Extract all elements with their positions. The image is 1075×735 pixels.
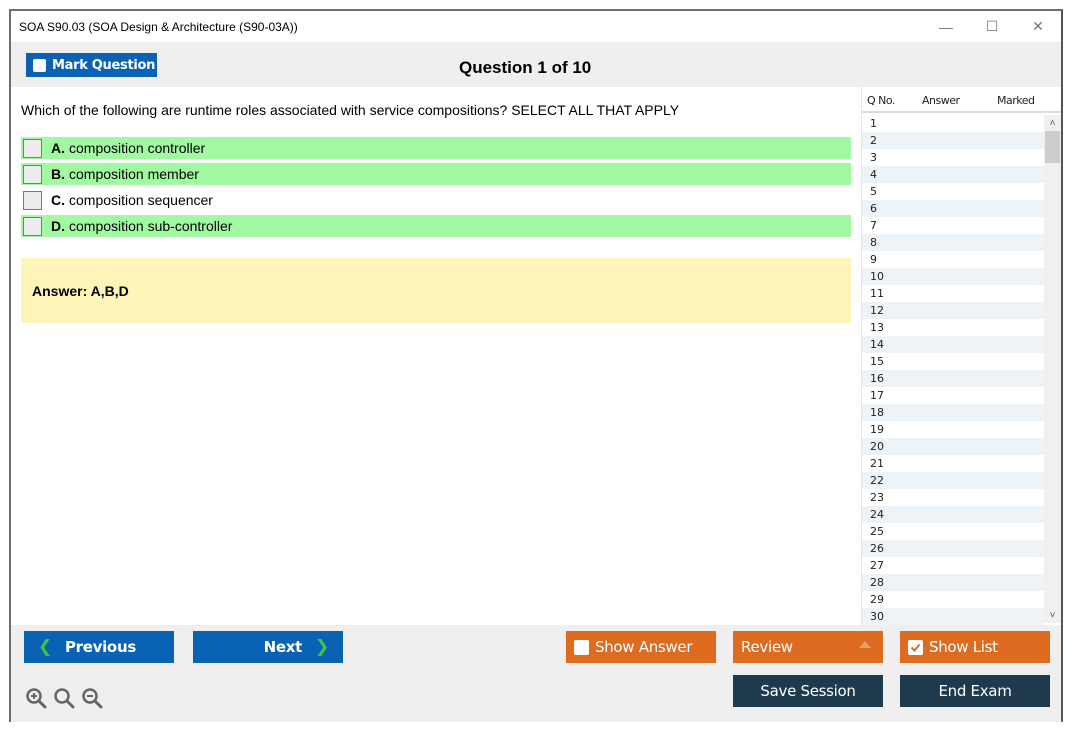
- maximize-button[interactable]: ☐: [969, 11, 1015, 42]
- question-list-header: Q No. Answer Marked: [862, 87, 1061, 113]
- option-letter: B.: [51, 166, 65, 182]
- mark-question-button[interactable]: Mark Question: [26, 53, 157, 77]
- option-letter: D.: [51, 218, 65, 234]
- window-title: SOA S90.03 (SOA Design & Architecture (S…: [19, 20, 298, 34]
- question-list-row[interactable]: 30: [862, 608, 1044, 625]
- zoom-out-icon[interactable]: [81, 687, 103, 709]
- option-checkbox[interactable]: [23, 138, 42, 158]
- toolbar: Mark Question Question 1 of 10: [11, 42, 1061, 87]
- question-list-row[interactable]: 14: [862, 336, 1044, 353]
- option-b[interactable]: B. composition member: [21, 163, 851, 185]
- question-list-row[interactable]: 12: [862, 302, 1044, 319]
- scroll-up-icon[interactable]: ˄: [1044, 115, 1061, 131]
- question-list-row[interactable]: 22: [862, 472, 1044, 489]
- option-a[interactable]: A. composition controller: [21, 137, 851, 159]
- close-button[interactable]: ✕: [1015, 11, 1061, 42]
- option-checkbox[interactable]: [23, 190, 42, 210]
- option-text: composition member: [69, 166, 199, 182]
- question-text: Which of the following are runtime roles…: [21, 102, 680, 118]
- scrollbar[interactable]: ˄ ˅: [1044, 115, 1061, 623]
- next-label: Next: [263, 638, 303, 656]
- checkbox-icon: [33, 58, 46, 72]
- question-list-row[interactable]: 5: [862, 183, 1044, 200]
- zoom-in-icon[interactable]: [25, 687, 47, 709]
- previous-button[interactable]: ❮ Previous: [24, 631, 174, 663]
- question-panel: Which of the following are runtime roles…: [11, 87, 859, 625]
- column-header-qno[interactable]: Q No.: [867, 94, 895, 107]
- scroll-down-icon[interactable]: ˅: [1044, 607, 1061, 623]
- question-list-row[interactable]: 21: [862, 455, 1044, 472]
- show-list-label: Show List: [929, 638, 998, 656]
- question-list-row[interactable]: 13: [862, 319, 1044, 336]
- option-letter: A.: [51, 140, 65, 156]
- question-list-row[interactable]: 7: [862, 217, 1044, 234]
- question-list-rows: 1 2 3 4 5 6 7 8 9 10 11 12 13 14 15 16 17 18 19 20 21 22 23 24 2…: [862, 115, 1044, 625]
- question-list-row[interactable]: 25: [862, 523, 1044, 540]
- column-header-answer[interactable]: Answer: [922, 94, 960, 107]
- question-list-row[interactable]: 27: [862, 557, 1044, 574]
- maximize-icon: ☐: [985, 18, 999, 34]
- save-session-label: Save Session: [760, 682, 856, 700]
- question-list-row[interactable]: 16: [862, 370, 1044, 387]
- show-answer-label: Show Answer: [595, 638, 693, 656]
- chevron-right-icon: ❯: [315, 637, 329, 657]
- option-checkbox[interactable]: [23, 164, 42, 184]
- chevron-left-icon: ❮: [38, 637, 52, 657]
- zoom-reset-icon[interactable]: [53, 687, 75, 709]
- question-list-row[interactable]: 4: [862, 166, 1044, 183]
- question-list-row[interactable]: 23: [862, 489, 1044, 506]
- show-list-toggle[interactable]: Show List: [900, 631, 1050, 663]
- question-list-row[interactable]: 10: [862, 268, 1044, 285]
- question-list-row[interactable]: 28: [862, 574, 1044, 591]
- question-list-row[interactable]: 26: [862, 540, 1044, 557]
- answer-box: Answer: A,B,D: [21, 258, 851, 323]
- question-list-row[interactable]: 9: [862, 251, 1044, 268]
- option-text: composition controller: [69, 140, 206, 156]
- review-label: Review: [741, 638, 793, 656]
- question-list-row[interactable]: 24: [862, 506, 1044, 523]
- mark-question-label: Mark Question: [52, 57, 156, 73]
- checkbox-icon: [574, 639, 589, 655]
- question-list: Q No. Answer Marked 1 2 3 4 5 6 7 8 9 10 11 12 13 14 1…: [861, 87, 1061, 625]
- caret-up-icon: [859, 641, 871, 648]
- option-d[interactable]: D. composition sub-controller: [21, 215, 851, 237]
- show-answer-toggle[interactable]: Show Answer: [566, 631, 716, 663]
- end-exam-label: End Exam: [938, 682, 1012, 700]
- app-window: SOA S90.03 (SOA Design & Architecture (S…: [9, 9, 1063, 722]
- option-checkbox[interactable]: [23, 216, 42, 236]
- save-session-button[interactable]: Save Session: [733, 675, 883, 707]
- question-list-row[interactable]: 20: [862, 438, 1044, 455]
- question-list-row[interactable]: 8: [862, 234, 1044, 251]
- title-bar: SOA S90.03 (SOA Design & Architecture (S…: [11, 11, 1061, 42]
- next-button[interactable]: Next ❯: [193, 631, 343, 663]
- question-list-row[interactable]: 3: [862, 149, 1044, 166]
- question-list-row[interactable]: 29: [862, 591, 1044, 608]
- option-text: composition sub-controller: [69, 218, 233, 234]
- minimize-button[interactable]: —: [923, 11, 969, 42]
- scrollbar-thumb[interactable]: [1045, 131, 1060, 163]
- question-list-row[interactable]: 18: [862, 404, 1044, 421]
- question-list-row[interactable]: 1: [862, 115, 1044, 132]
- question-list-row[interactable]: 2: [862, 132, 1044, 149]
- zoom-controls: [25, 687, 103, 709]
- option-text: composition sequencer: [69, 192, 213, 208]
- question-list-row[interactable]: 6: [862, 200, 1044, 217]
- close-icon: ✕: [1032, 18, 1044, 34]
- option-letter: C.: [51, 192, 65, 208]
- review-dropdown[interactable]: Review: [733, 631, 883, 663]
- question-list-row[interactable]: 15: [862, 353, 1044, 370]
- column-header-marked[interactable]: Marked: [997, 94, 1035, 107]
- question-list-row[interactable]: 11: [862, 285, 1044, 302]
- minimize-icon: —: [939, 18, 953, 35]
- question-list-row[interactable]: 17: [862, 387, 1044, 404]
- previous-label: Previous: [64, 638, 136, 656]
- option-c[interactable]: C. composition sequencer: [21, 189, 851, 211]
- question-list-row[interactable]: 19: [862, 421, 1044, 438]
- end-exam-button[interactable]: End Exam: [900, 675, 1050, 707]
- question-counter: Question 1 of 10: [459, 58, 592, 77]
- checkbox-checked-icon: [908, 639, 923, 655]
- footer: ❮ Previous Next ❯ Show Answer Review Sho…: [11, 625, 1061, 722]
